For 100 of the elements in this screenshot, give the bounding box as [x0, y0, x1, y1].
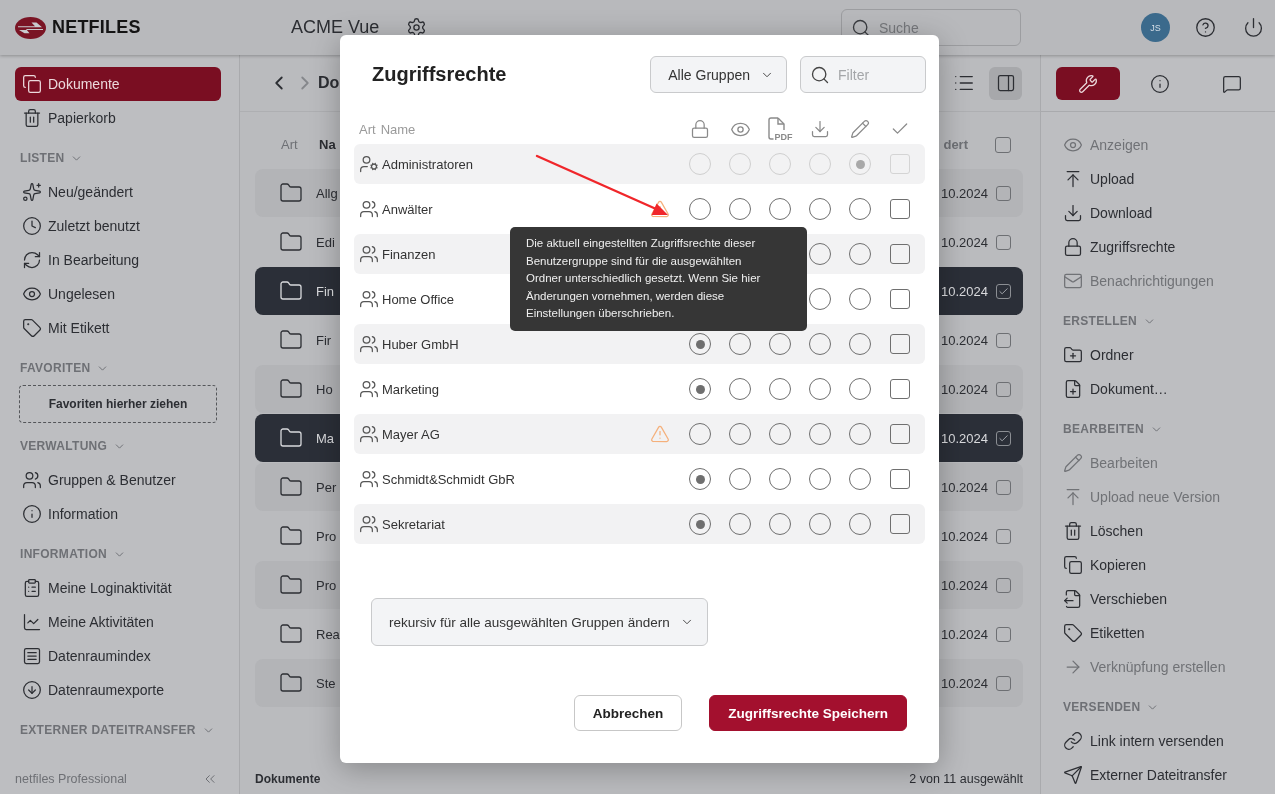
breadcrumb[interactable]: Do [318, 74, 340, 92]
row-checkbox[interactable] [996, 528, 1011, 544]
search-icon [851, 17, 871, 38]
filter-field[interactable]: Filter [800, 56, 926, 93]
file-move-icon [1063, 589, 1083, 609]
action-item[interactable]: Löschen [1063, 514, 1265, 548]
checkbox[interactable] [890, 334, 910, 354]
folder-icon [279, 426, 303, 450]
row-checkbox[interactable] [996, 283, 1011, 299]
file-date: 10.2024 [941, 381, 988, 397]
clipboard-list-icon [22, 578, 42, 598]
panel-icon [995, 73, 1016, 93]
row-checkbox[interactable] [996, 430, 1011, 446]
folder-plus-icon [1063, 345, 1083, 365]
checkbox[interactable] [890, 289, 910, 309]
section-heading: VERWALTUNG [20, 439, 108, 453]
action-item[interactable]: Dokument… [1063, 372, 1265, 406]
action-item[interactable]: Download [1063, 196, 1265, 230]
file-name: Fir [316, 332, 332, 348]
panel-tab[interactable] [1056, 67, 1120, 100]
nav-item[interactable]: Datenraumexporte [15, 673, 221, 707]
action-item[interactable]: Verschieben [1063, 582, 1265, 616]
nav-item[interactable]: Gruppen & Benutzer [15, 463, 221, 497]
check-icon [998, 432, 1009, 444]
group-name: Anwälter [382, 201, 433, 217]
refresh-icon [22, 250, 42, 270]
nav-item[interactable]: Information [15, 497, 221, 531]
selection-count: 2 von 11 ausgewählt [909, 772, 1023, 786]
file-name: Rea [316, 626, 340, 642]
nav-item[interactable]: Neu/geändert [15, 175, 221, 209]
save-button[interactable]: Zugriffsrechte Speichern [709, 695, 907, 731]
search-field[interactable]: Suche [841, 9, 1021, 46]
action-item[interactable]: Etiketten [1063, 616, 1265, 650]
row-checkbox[interactable] [996, 626, 1011, 642]
nav-item[interactable]: Dokumente [15, 67, 221, 101]
section-heading: LISTEN [20, 151, 65, 165]
user-avatar[interactable]: JS [1141, 13, 1170, 42]
nav-item[interactable]: Mit Etikett [15, 311, 221, 345]
action-item[interactable]: Externer Dateitransfer [1063, 758, 1265, 792]
checkbox[interactable] [890, 379, 910, 399]
apply-mode-select[interactable]: rekursiv für alle ausgewählten Gruppen ändern [371, 598, 708, 646]
users-icon [359, 469, 379, 489]
checkbox[interactable] [890, 199, 910, 219]
checkbox[interactable] [890, 514, 910, 534]
workspace-name: ACME Vue [291, 17, 380, 38]
checkbox[interactable] [890, 424, 910, 444]
checkbox[interactable] [890, 244, 910, 264]
nav-item[interactable]: Papierkorb [15, 101, 221, 135]
nav-item[interactable]: Meine Loginaktivität [15, 571, 221, 605]
settings-icon[interactable] [406, 17, 428, 38]
search-icon [810, 64, 830, 85]
nav-item[interactable]: Meine Aktivitäten [15, 605, 221, 639]
column-header: Name [380, 121, 416, 137]
file-date: 10.2024 [941, 234, 988, 250]
group-name: Huber GmbH [382, 336, 459, 352]
section-heading: EXTERNER DATEITRANSFER [20, 723, 196, 737]
download-circle-icon [22, 680, 42, 700]
file-name: Pro [316, 528, 337, 544]
tooltip: Die aktuell eingestellten Zugriffsrechte dieser Benutzergruppe sind für die ausgewählten Ordner unterschiedlich gesetzt. Wenn Sie hier Änderungen vornehmen, werden diese Einstellungen überschrieben. [510, 227, 807, 331]
file-date: 10.2024 [941, 577, 988, 593]
group-name: Marketing [382, 381, 440, 397]
help-icon[interactable] [1195, 17, 1216, 38]
checkbox[interactable] [890, 469, 910, 489]
row-checkbox[interactable] [996, 185, 1011, 201]
favorites-dropzone[interactable]: Favoriten hierher ziehen [19, 385, 217, 423]
nav-item[interactable]: Datenraumindex [15, 639, 221, 673]
lock-icon [690, 119, 710, 139]
file-date: 10.2024 [941, 479, 988, 495]
folder-icon [279, 230, 303, 254]
nav-item[interactable]: Ungelesen [15, 277, 221, 311]
row-checkbox[interactable] [996, 479, 1011, 495]
action-item[interactable]: Link intern versenden [1063, 724, 1265, 758]
column-header[interactable]: Na [319, 137, 336, 152]
folder-icon [279, 475, 303, 499]
action-item[interactable]: Ordner [1063, 338, 1265, 372]
dialog-title: Zugriffsrechte [372, 63, 507, 86]
row-checkbox[interactable] [996, 234, 1011, 250]
group-name: Finanzen [382, 246, 436, 262]
action-item[interactable]: Zugriffsrechte [1063, 230, 1265, 264]
action-item[interactable]: Upload [1063, 162, 1265, 196]
group-select[interactable]: Alle Gruppen [650, 56, 787, 93]
row-checkbox[interactable] [996, 381, 1011, 397]
row-checkbox[interactable] [996, 332, 1011, 348]
nav-item[interactable]: Zuletzt benutzt [15, 209, 221, 243]
nav-item[interactable]: In Bearbeitung [15, 243, 221, 277]
row-checkbox[interactable] [996, 675, 1011, 691]
lock-icon [1063, 237, 1083, 257]
file-date: 10.2024 [941, 528, 988, 544]
select-all-checkbox[interactable] [995, 136, 1011, 153]
power-icon[interactable] [1243, 17, 1264, 38]
row-checkbox[interactable] [996, 577, 1011, 593]
section-heading: BEARBEITEN [1063, 422, 1144, 436]
panel-toggle-button[interactable] [989, 66, 1022, 100]
folder-icon [279, 328, 303, 352]
file-date: 10.2024 [941, 332, 988, 348]
action-item[interactable]: Kopieren [1063, 548, 1265, 582]
send-icon [1063, 765, 1083, 785]
download-icon [810, 119, 830, 139]
folder-icon [279, 622, 303, 646]
cancel-button[interactable]: Abbrechen [573, 695, 683, 731]
